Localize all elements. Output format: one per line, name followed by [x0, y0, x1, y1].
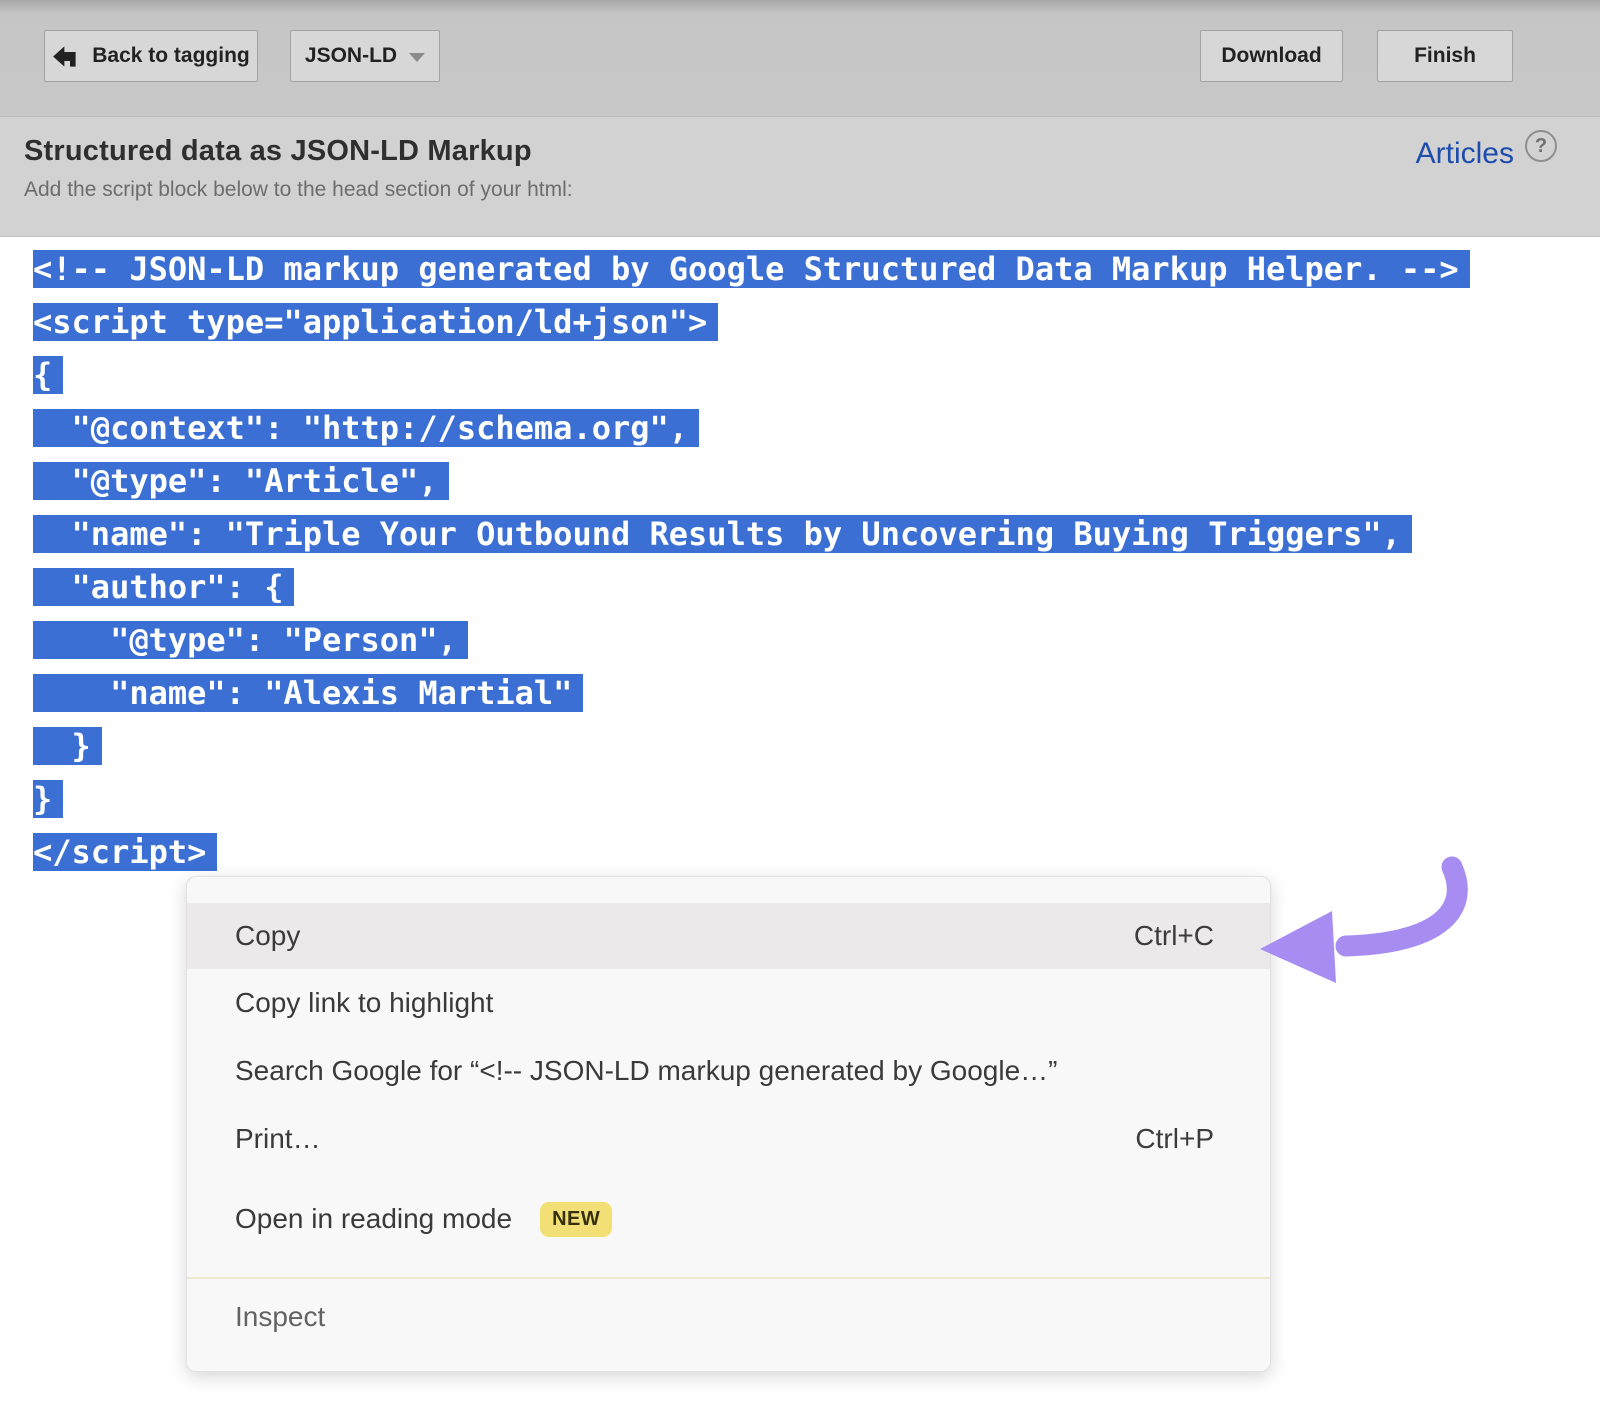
code-line: "author": { [33, 561, 1600, 614]
header-text-block: Structured data as JSON-LD Markup Add th… [24, 135, 573, 236]
page-title: Structured data as JSON-LD Markup [24, 135, 573, 168]
menu-item-label: Print… [235, 1123, 321, 1155]
code-line: "@context": "http://schema.org", [33, 402, 1600, 455]
download-button[interactable]: Download [1200, 30, 1343, 82]
selected-code-text: <script type="application/ld+json"> [33, 303, 718, 341]
page-subtitle: Add the script block below to the head s… [24, 178, 573, 202]
code-line: { [33, 349, 1600, 402]
back-arrow-icon [52, 43, 79, 70]
selected-code-text: } [33, 727, 102, 765]
menu-item-label: Inspect [235, 1301, 325, 1333]
menu-item-copy-link-to-highlight[interactable]: Copy link to highlight [187, 969, 1270, 1037]
menu-item-inspect[interactable]: Inspect [187, 1279, 1270, 1355]
menu-item-shortcut: Ctrl+C [1134, 920, 1214, 952]
selected-code-text: { [33, 356, 63, 394]
help-icon[interactable]: ? [1525, 130, 1557, 162]
code-line: <!-- JSON-LD markup generated by Google … [33, 243, 1600, 296]
articles-link[interactable]: Articles [1416, 137, 1514, 171]
finish-button[interactable]: Finish [1377, 30, 1513, 82]
menu-item-search-google[interactable]: Search Google for “<!-- JSON-LD markup g… [187, 1037, 1270, 1105]
selected-code-text: "author": { [33, 568, 294, 606]
menu-item-copy[interactable]: Copy Ctrl+C [187, 903, 1270, 969]
finish-button-label: Finish [1414, 44, 1476, 68]
menu-item-open-in-reading-mode[interactable]: Open in reading mode NEW [187, 1185, 1270, 1253]
code-line: "@type": "Person", [33, 614, 1600, 667]
back-to-tagging-button[interactable]: Back to tagging [44, 30, 258, 82]
code-line: "@type": "Article", [33, 455, 1600, 508]
format-dropdown[interactable]: JSON-LD [290, 30, 440, 82]
code-block[interactable]: <!-- JSON-LD markup generated by Google … [0, 237, 1600, 879]
articles-link-group: Articles ? [1416, 135, 1557, 236]
selected-code-text: "@context": "http://schema.org", [33, 409, 699, 447]
menu-item-shortcut: Ctrl+P [1135, 1123, 1214, 1155]
selected-code-text: "name": "Triple Your Outbound Results by… [33, 515, 1412, 553]
header-band: Structured data as JSON-LD Markup Add th… [0, 117, 1600, 237]
selected-code-text: <!-- JSON-LD markup generated by Google … [33, 250, 1470, 288]
selected-code-text: "@type": "Article", [33, 462, 449, 500]
code-line: <script type="application/ld+json"> [33, 296, 1600, 349]
format-dropdown-label: JSON-LD [305, 44, 397, 68]
new-badge: NEW [540, 1202, 612, 1237]
selected-code-text: "name": "Alexis Martial" [33, 674, 583, 712]
context-menu: Copy Ctrl+C Copy link to highlight Search G… [186, 876, 1271, 1372]
menu-item-label: Copy link to highlight [235, 987, 493, 1019]
content-area: <!-- JSON-LD markup generated by Google … [0, 237, 1600, 1425]
page: { "toolbar": { "back_label": "Back to ta… [0, 0, 1600, 1427]
back-button-label: Back to tagging [92, 44, 250, 68]
selected-code-text: </script> [33, 833, 217, 871]
code-line: } [33, 720, 1600, 773]
menu-item-label: Open in reading mode [235, 1203, 512, 1235]
selected-code-text: "@type": "Person", [33, 621, 468, 659]
menu-item-print[interactable]: Print… Ctrl+P [187, 1105, 1270, 1173]
menu-item-label: Copy [235, 920, 300, 952]
code-line: } [33, 773, 1600, 826]
download-button-label: Download [1221, 44, 1321, 68]
selected-code-text: } [33, 780, 63, 818]
menu-item-label: Search Google for “<!-- JSON-LD markup g… [235, 1055, 1057, 1087]
chevron-down-icon [409, 53, 425, 62]
code-line: "name": "Triple Your Outbound Results by… [33, 508, 1600, 561]
top-toolbar: Back to tagging JSON-LD Download Finish [0, 0, 1600, 117]
code-line: "name": "Alexis Martial" [33, 667, 1600, 720]
code-line: </script> [33, 826, 1600, 879]
